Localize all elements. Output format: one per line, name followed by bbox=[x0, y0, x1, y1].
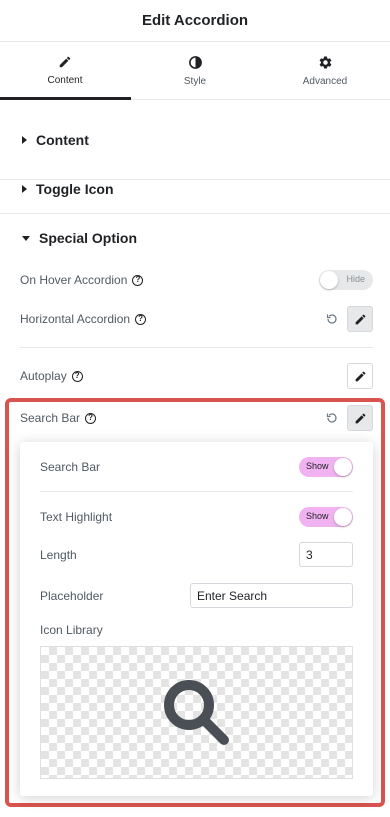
search-bar-row: Search Bar ? bbox=[20, 405, 373, 431]
section-toggle-icon: Toggle Icon bbox=[0, 164, 390, 214]
panel-title: Edit Accordion bbox=[141, 12, 249, 29]
popover-icon-library-row: Icon Library bbox=[40, 622, 353, 638]
search-bar-toggle[interactable]: Show bbox=[299, 457, 353, 477]
pencil-icon bbox=[355, 314, 365, 324]
text-highlight-toggle[interactable]: Show bbox=[299, 507, 353, 527]
horizontal-accordion-row: Horizontal Accordion ? bbox=[20, 306, 373, 332]
on-hover-accordion-toggle[interactable]: Hide bbox=[319, 270, 373, 290]
help-icon[interactable]: ? bbox=[85, 412, 97, 424]
section-content-header[interactable]: Content bbox=[0, 132, 89, 148]
tab-style[interactable]: Style bbox=[130, 42, 260, 99]
popover-text-highlight-row: Text Highlight Show bbox=[40, 506, 353, 528]
toggle-text: Show bbox=[306, 511, 329, 521]
reset-icon[interactable] bbox=[325, 312, 339, 326]
section-toggle-icon-header[interactable]: Toggle Icon bbox=[0, 181, 114, 197]
tab-label: Advanced bbox=[302, 75, 348, 87]
search-bar-edit-button[interactable] bbox=[347, 405, 373, 431]
toggle-text: Hide bbox=[346, 274, 365, 284]
panel-header: Edit Accordion bbox=[0, 0, 390, 42]
gear-icon bbox=[319, 55, 331, 68]
tab-bar: Content Style Advanced bbox=[0, 42, 390, 100]
caret-down-icon bbox=[22, 235, 30, 241]
control-label: On Hover Accordion bbox=[20, 273, 128, 287]
control-label: Icon Library bbox=[40, 623, 103, 637]
popover-length-row: Length 3 bbox=[40, 542, 353, 567]
control-label: Search Bar bbox=[40, 460, 101, 474]
pencil-icon bbox=[355, 413, 365, 423]
placeholder-input[interactable]: Enter Search bbox=[190, 583, 353, 608]
horizontal-accordion-edit-button[interactable] bbox=[347, 306, 373, 332]
popover-placeholder-row: Placeholder Enter Search bbox=[40, 583, 353, 608]
tab-advanced[interactable]: Advanced bbox=[260, 42, 390, 99]
search-bar-popover: Search Bar Show Text Highlight Show Leng… bbox=[20, 442, 373, 796]
toggle-knob bbox=[334, 508, 352, 526]
popover-search-bar-row: Search Bar Show bbox=[40, 456, 353, 478]
toggle-knob bbox=[334, 458, 352, 476]
pencil-icon bbox=[355, 371, 365, 381]
toggle-knob bbox=[320, 271, 338, 289]
tab-label: Style bbox=[183, 75, 207, 87]
contrast-icon bbox=[188, 55, 202, 69]
control-label: Search Bar bbox=[20, 411, 81, 425]
pencil-icon bbox=[59, 56, 71, 68]
control-label: Horizontal Accordion bbox=[20, 312, 131, 326]
toggle-text: Show bbox=[306, 461, 329, 471]
on-hover-accordion-row: On Hover Accordion ? Hide bbox=[20, 269, 373, 291]
length-input[interactable]: 3 bbox=[299, 542, 353, 567]
section-special-option-header[interactable]: Special Option bbox=[0, 230, 137, 246]
section-label: Toggle Icon bbox=[36, 181, 114, 197]
help-icon[interactable]: ? bbox=[135, 313, 147, 325]
tab-label: Content bbox=[47, 75, 83, 86]
autoplay-edit-button[interactable] bbox=[347, 363, 373, 389]
search-icon bbox=[163, 679, 229, 745]
caret-right-icon bbox=[22, 185, 27, 193]
section-label: Content bbox=[36, 132, 89, 148]
control-label: Autoplay bbox=[20, 369, 67, 383]
divider bbox=[40, 491, 353, 492]
control-label: Length bbox=[40, 547, 77, 562]
caret-right-icon bbox=[22, 136, 27, 144]
reset-icon[interactable] bbox=[325, 411, 339, 425]
help-icon[interactable]: ? bbox=[71, 370, 83, 382]
tab-content[interactable]: Content bbox=[0, 42, 130, 99]
divider bbox=[20, 347, 373, 348]
autoplay-row: Autoplay ? bbox=[20, 363, 373, 389]
control-label: Text Highlight bbox=[40, 510, 113, 524]
section-label: Special Option bbox=[39, 230, 138, 246]
help-icon[interactable]: ? bbox=[132, 274, 144, 286]
icon-library-picker[interactable] bbox=[40, 646, 353, 779]
control-label: Placeholder bbox=[40, 588, 104, 603]
